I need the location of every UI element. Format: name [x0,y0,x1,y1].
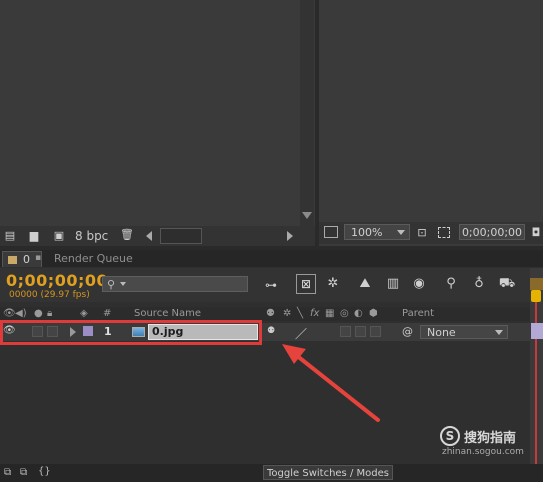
annotation-arrow [282,344,380,422]
watermark-brand: 搜狗指南 [464,431,517,446]
watermark-url: zhinan.sogou.com [442,447,524,457]
watermark-logo-icon: S [440,426,460,446]
watermark: S 搜狗指南 zhinan.sogou.com [440,426,540,460]
